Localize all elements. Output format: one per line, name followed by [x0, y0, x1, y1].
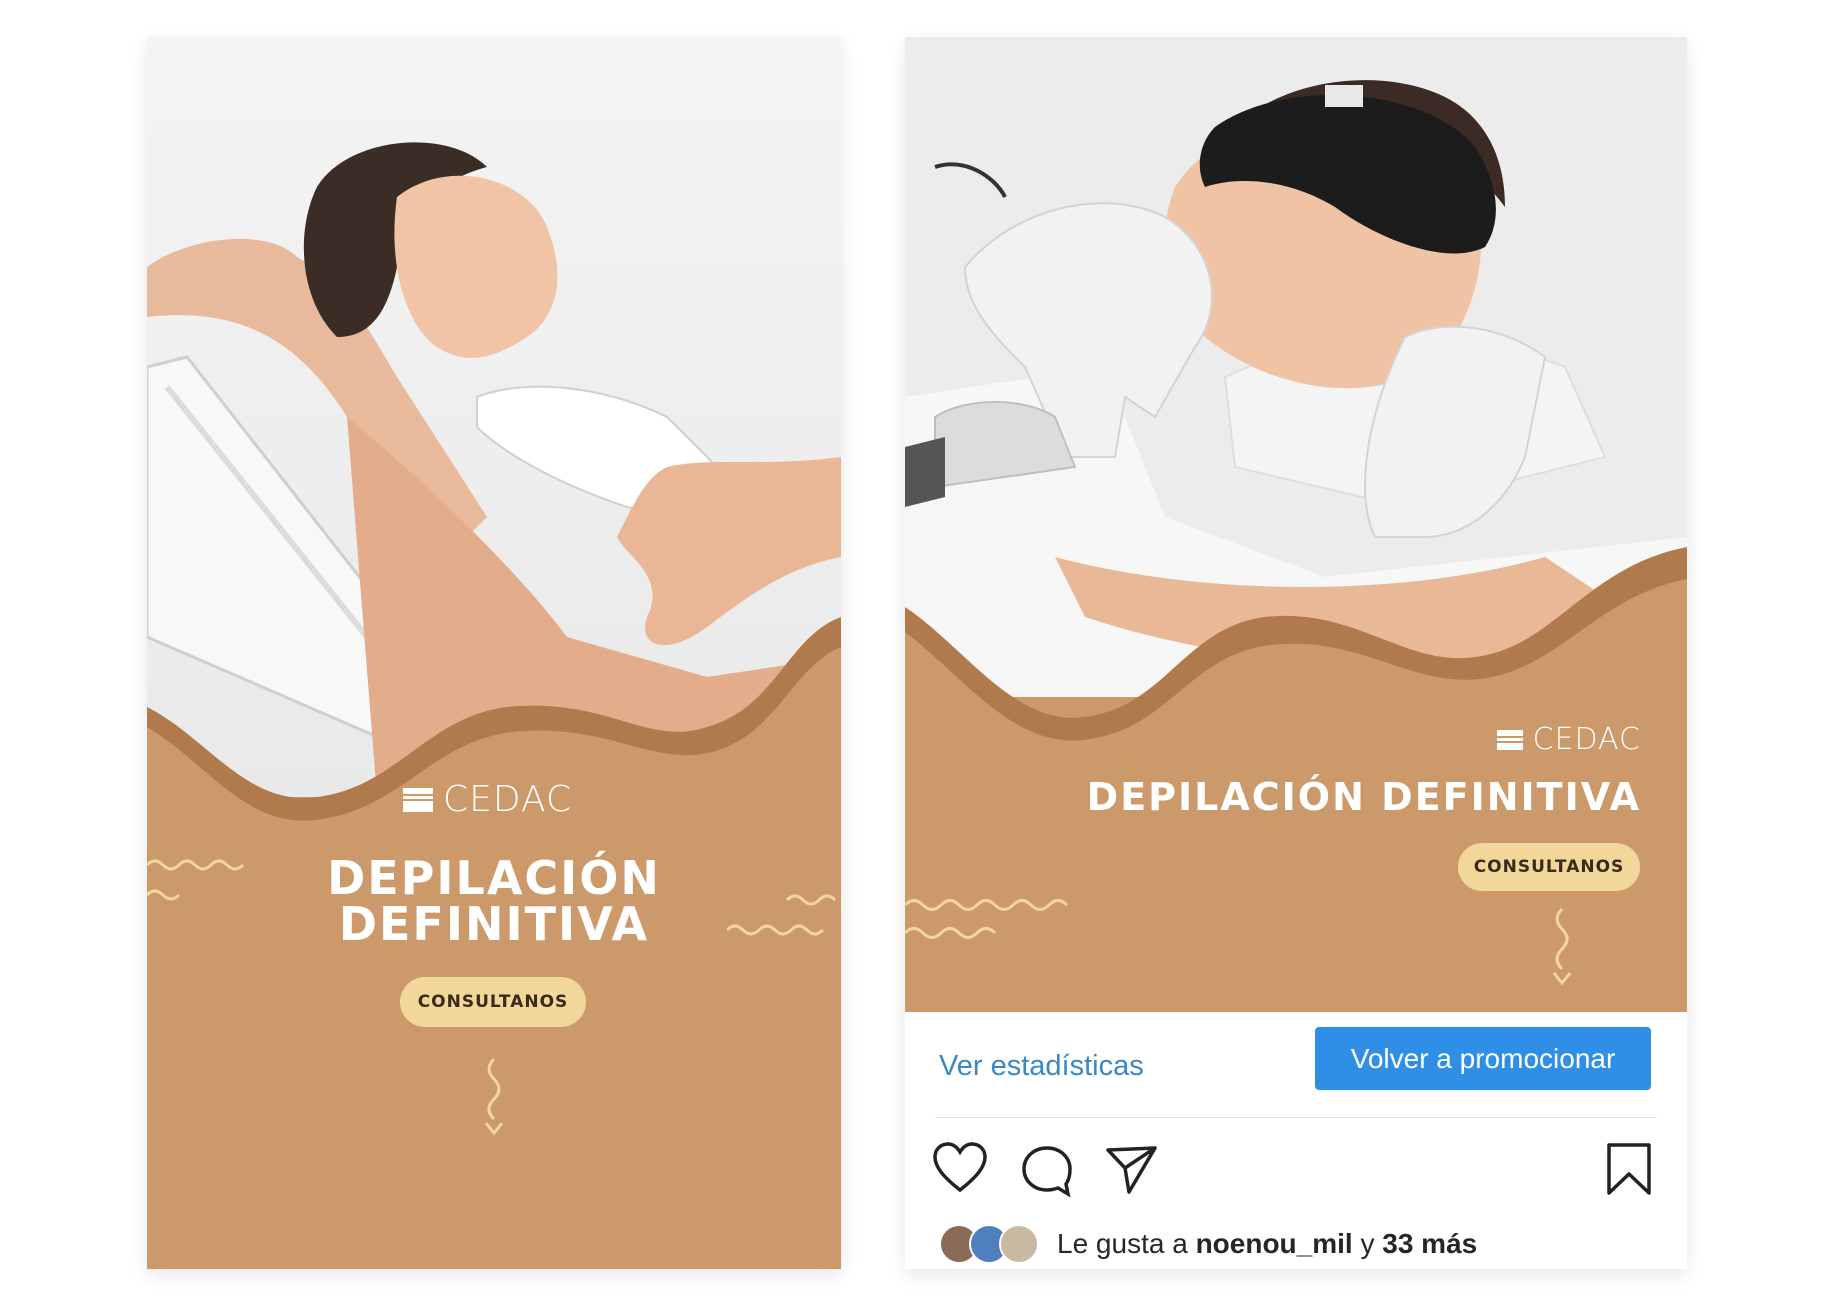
instagram-action-bar: Ver estadísticas Volver a promocionar Le… — [905, 1012, 1687, 1269]
promote-again-button[interactable]: Volver a promocionar — [1315, 1027, 1651, 1090]
heart-icon[interactable] — [932, 1142, 988, 1194]
instagram-post-card: CEDAC DEPILACIÓN DEFINITIVA CONSULTANOS … — [905, 37, 1687, 1269]
consultanos-button[interactable]: CONSULTANOS — [1458, 843, 1640, 891]
likes-count[interactable]: 33 más — [1382, 1228, 1477, 1260]
likes-summary[interactable]: Le gusta a noenou_mil y 33 más — [939, 1224, 1477, 1264]
brand-mark-icon — [1496, 729, 1523, 750]
headline-line-2: DEFINITIVA — [338, 897, 650, 951]
headline-line-1: DEPILACIÓN — [327, 851, 661, 905]
liker-username[interactable]: noenou_mil — [1196, 1228, 1353, 1260]
brand-name: CEDAC — [443, 779, 573, 820]
liker-avatars — [939, 1224, 1043, 1264]
brand-mark-icon — [403, 787, 433, 812]
headline: DEPILACIÓN DEFINITIVA — [147, 855, 841, 947]
brand-logo: CEDAC — [1496, 722, 1641, 757]
divider — [935, 1117, 1657, 1118]
consultanos-button[interactable]: CONSULTANOS — [400, 977, 586, 1027]
bookmark-icon[interactable] — [1605, 1142, 1653, 1196]
avatar — [999, 1224, 1039, 1264]
comment-icon[interactable] — [1020, 1144, 1074, 1198]
arrow-down-squiggle-icon — [1552, 907, 1572, 986]
share-icon[interactable] — [1105, 1144, 1159, 1196]
left-story-card: CEDAC DEPILACIÓN DEFINITIVA CONSULTANOS — [147, 37, 841, 1269]
arrow-down-squiggle-icon — [484, 1057, 504, 1136]
likes-middle: y — [1352, 1228, 1383, 1259]
brand-logo: CEDAC — [403, 779, 572, 820]
view-stats-link[interactable]: Ver estadísticas — [939, 1050, 1144, 1083]
likes-prefix: Le gusta a — [1057, 1228, 1196, 1259]
headline: DEPILACIÓN DEFINITIVA — [1086, 775, 1641, 819]
brand-name: CEDAC — [1532, 722, 1641, 757]
wavy-line-decoration — [905, 899, 1069, 939]
